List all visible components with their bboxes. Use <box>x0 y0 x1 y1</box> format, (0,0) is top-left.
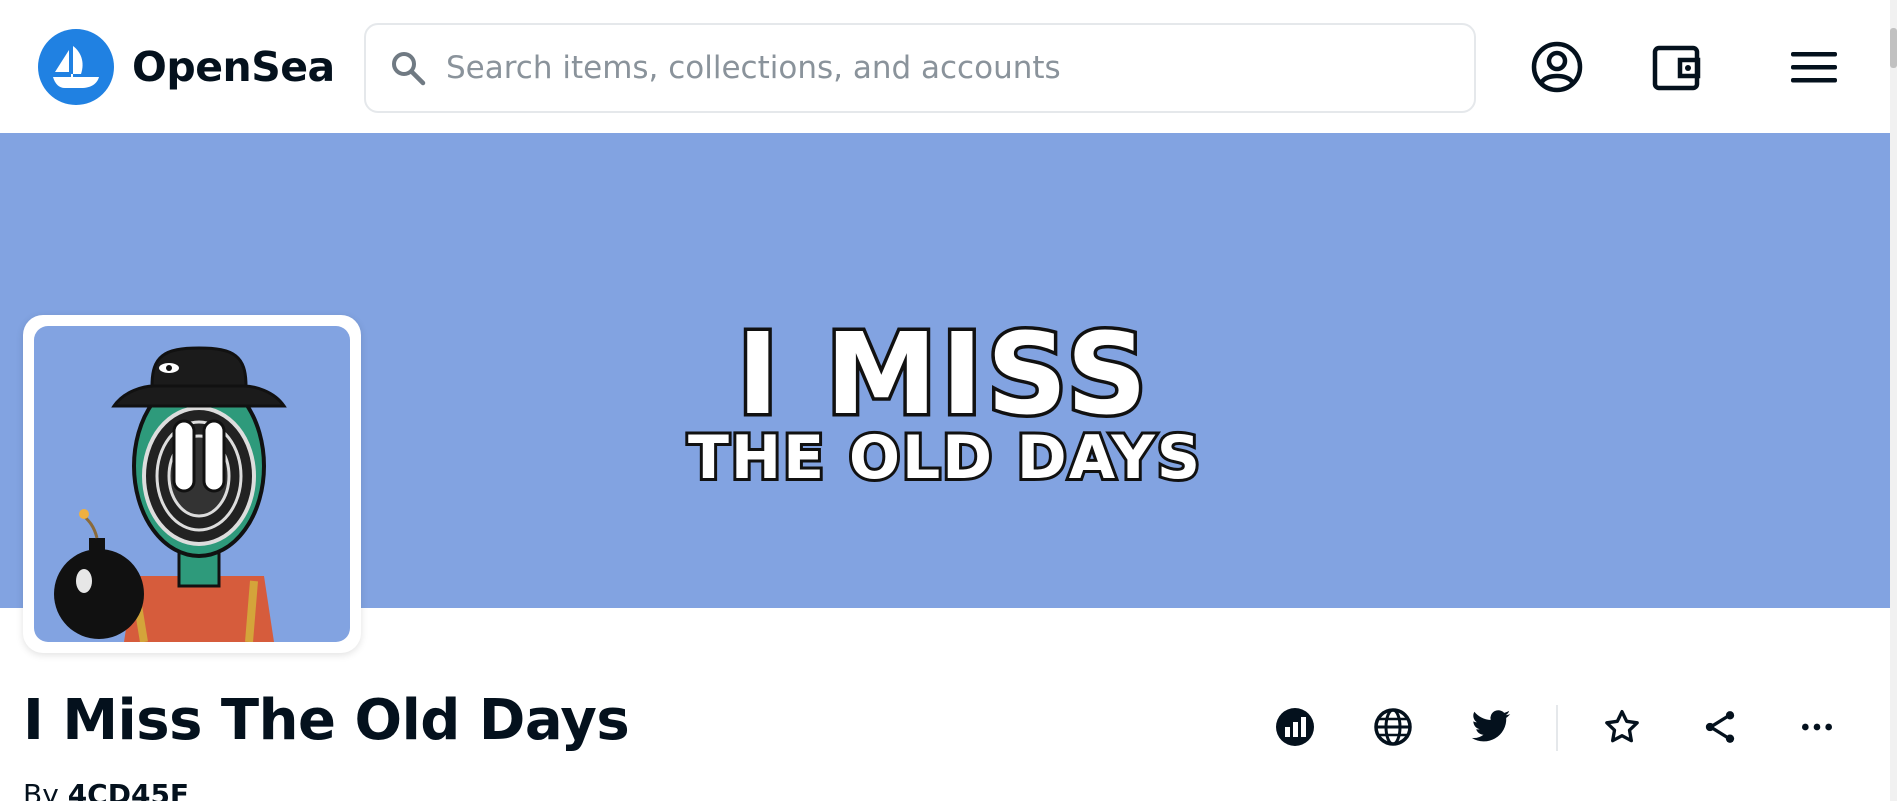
opensea-logo-link[interactable]: OpenSea <box>38 29 335 105</box>
website-icon[interactable] <box>1368 702 1418 752</box>
collection-title: I Miss The Old Days <box>23 688 630 753</box>
creator-link[interactable]: 4CD45F <box>68 778 189 801</box>
share-icon[interactable] <box>1695 702 1745 752</box>
opensea-logo-icon <box>38 29 114 105</box>
search-icon <box>392 52 426 86</box>
wallet-icon[interactable] <box>1650 40 1704 94</box>
actions-divider <box>1556 705 1558 751</box>
star-icon[interactable] <box>1597 702 1647 752</box>
activity-icon[interactable] <box>1270 702 1320 752</box>
account-icon[interactable] <box>1530 40 1584 94</box>
avatar-image <box>34 326 350 642</box>
menu-icon[interactable] <box>1787 40 1841 94</box>
scrollbar-thumb[interactable] <box>1890 28 1897 68</box>
search-box[interactable] <box>364 23 1476 113</box>
byline-prefix: By <box>23 778 59 801</box>
page-scrollbar[interactable] <box>1890 0 1897 801</box>
search-input[interactable] <box>446 50 1446 86</box>
brand-name: OpenSea <box>132 43 335 91</box>
top-navigation-bar: OpenSea <box>0 0 1890 133</box>
twitter-icon[interactable] <box>1466 702 1516 752</box>
creator-byline: By 4CD45F <box>23 778 189 801</box>
more-icon[interactable] <box>1792 702 1842 752</box>
collection-avatar[interactable] <box>23 315 361 653</box>
